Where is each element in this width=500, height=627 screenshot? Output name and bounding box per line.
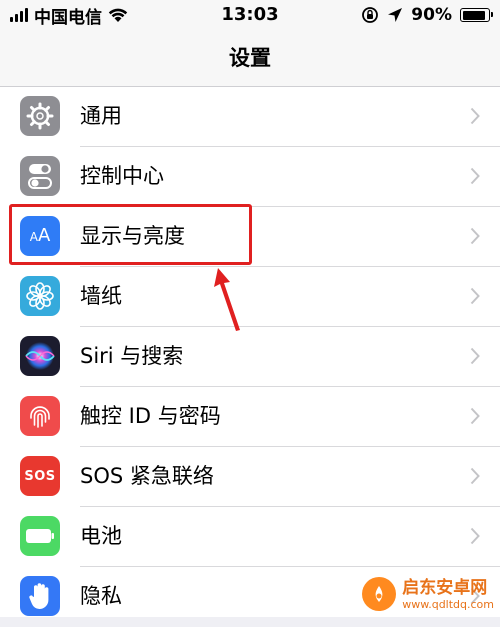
battery-percent: 90% <box>411 5 452 25</box>
nav-bar: 设置 <box>0 30 500 87</box>
settings-row-label: 电池 <box>80 524 122 548</box>
watermark-title: 启东安卓网 <box>402 577 488 598</box>
settings-row-wallpaper[interactable]: 墙纸 <box>0 267 500 327</box>
settings-row-label: 通用 <box>80 104 122 128</box>
gear-icon <box>20 96 60 136</box>
siri-icon <box>20 336 60 376</box>
watermark: 启东安卓网 www.qdltdq.com <box>362 577 494 611</box>
settings-row-siri-search[interactable]: Siri 与搜索 <box>0 327 500 387</box>
sos-icon: SOS <box>20 456 60 496</box>
settings-list: 通用 控制中心 AA 显示与亮度 墙纸 Siri 与搜索 触控 ID 与密码 S… <box>0 87 500 617</box>
highlight-box <box>9 204 252 265</box>
settings-row-label: Siri 与搜索 <box>80 344 184 368</box>
watermark-url: www.qdltdq.com <box>402 597 494 611</box>
chevron-right-icon <box>470 407 480 425</box>
battery-icon <box>20 516 60 556</box>
location-icon <box>388 8 403 22</box>
chevron-right-icon <box>470 107 480 125</box>
chevron-right-icon <box>470 467 480 485</box>
chevron-right-icon <box>470 167 480 185</box>
settings-row-touch-id-passcode[interactable]: 触控 ID 与密码 <box>0 387 500 447</box>
watermark-text: 启东安卓网 www.qdltdq.com <box>402 578 494 611</box>
chevron-right-icon <box>470 527 480 545</box>
status-right: 90% <box>361 4 493 26</box>
chevron-right-icon <box>470 287 480 305</box>
sos-icon-text: SOS <box>24 468 56 484</box>
battery-fill <box>462 10 485 20</box>
page-title: 设置 <box>229 46 271 70</box>
settings-row-emergency-sos[interactable]: SOS SOS 紧急联络 <box>0 447 500 507</box>
settings-row-battery[interactable]: 电池 <box>0 507 500 567</box>
chevron-right-icon <box>470 227 480 245</box>
chevron-right-icon <box>470 347 480 365</box>
settings-row-label: 控制中心 <box>80 164 164 188</box>
settings-row-general[interactable]: 通用 <box>0 87 500 147</box>
settings-row-label: 墙纸 <box>80 284 122 308</box>
battery-icon <box>460 8 493 22</box>
hand-icon <box>20 576 60 616</box>
settings-row-control-center[interactable]: 控制中心 <box>0 147 500 207</box>
fingerprint-icon <box>20 396 60 436</box>
status-bar: 中国电信 13:03 90% <box>0 0 500 30</box>
watermark-logo-icon <box>362 577 397 611</box>
settings-row-label: 触控 ID 与密码 <box>80 404 221 428</box>
red-arrow-icon <box>214 268 240 331</box>
settings-row-label: 隐私 <box>80 584 122 608</box>
toggles-icon <box>20 156 60 196</box>
orientation-lock-icon <box>362 7 379 23</box>
flower-icon <box>20 276 60 316</box>
settings-row-label: SOS 紧急联络 <box>80 464 214 488</box>
